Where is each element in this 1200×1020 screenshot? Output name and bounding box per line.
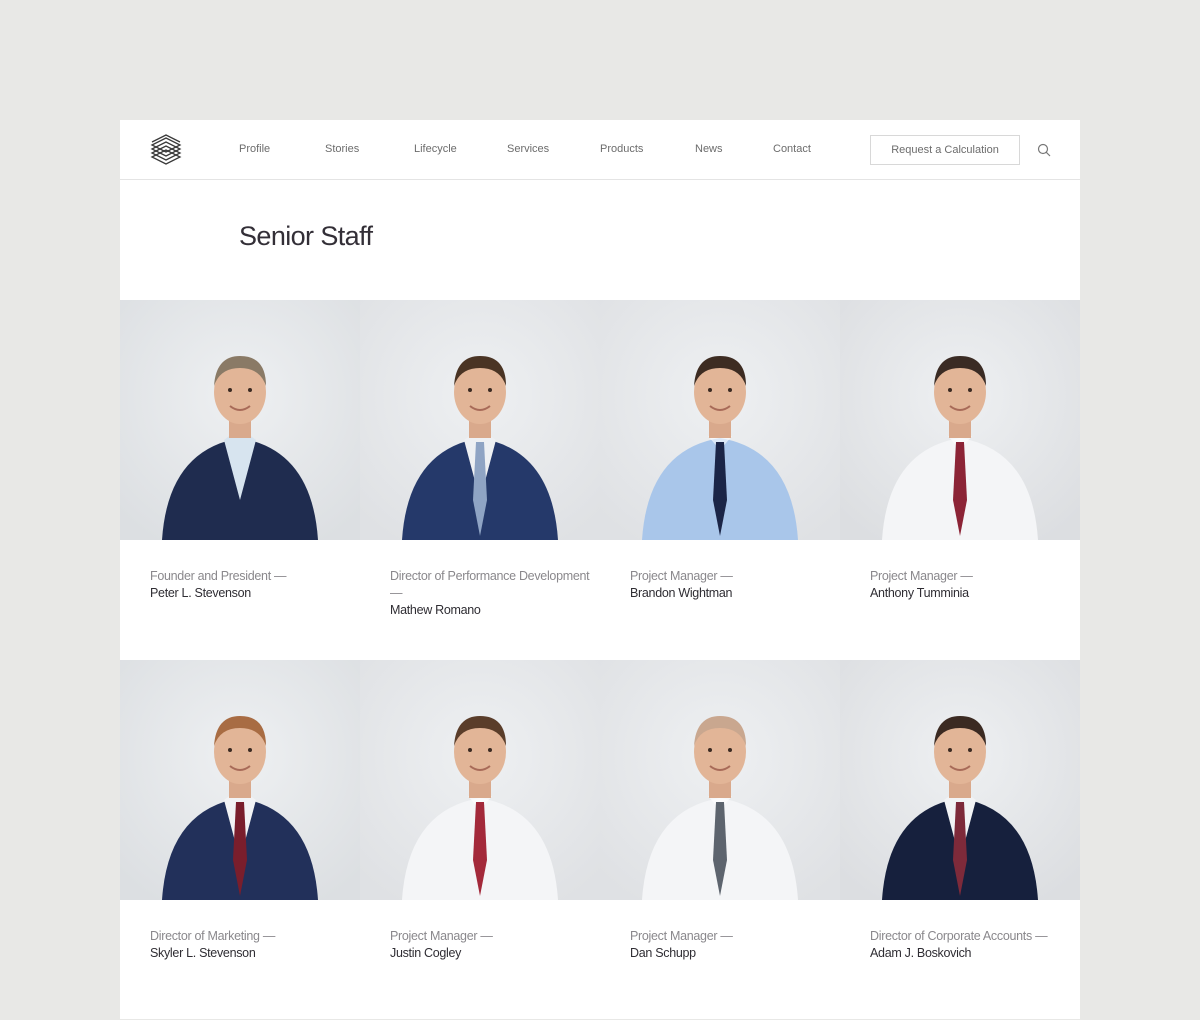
staff-caption: Project Manager — Brandon Wightman [630, 568, 830, 602]
staff-role: Founder and President — [150, 569, 287, 583]
staff-name[interactable]: Skyler L. Stevenson [150, 945, 350, 962]
request-calculation-button[interactable]: Request a Calculation [870, 135, 1020, 165]
page-panel: Profile Stories Lifecycle Services Produ… [120, 120, 1080, 1019]
staff-photo [840, 660, 1080, 900]
staff-card[interactable]: Founder and President — Peter L. Stevenso… [120, 300, 360, 660]
staff-photo [120, 300, 360, 540]
staff-caption: Project Manager — Anthony Tumminia [870, 568, 1070, 602]
staff-photo [360, 300, 600, 540]
staff-name[interactable]: Justin Cogley [390, 945, 590, 962]
staff-caption: Director of Marketing — Skyler L. Stevens… [150, 928, 350, 962]
stacked-lines-logo-icon[interactable] [150, 132, 182, 168]
staff-card[interactable]: Project Manager — Anthony Tumminia [840, 300, 1080, 660]
staff-card[interactable]: Project Manager — Brandon Wightman [600, 300, 840, 660]
staff-card[interactable]: Project Manager — Justin Cogley [360, 660, 600, 1020]
staff-photo [600, 300, 840, 540]
staff-role: Project Manager — [390, 929, 493, 943]
staff-role: Project Manager — [630, 569, 733, 583]
nav-lifecycle[interactable]: Lifecycle [414, 143, 457, 155]
staff-card[interactable]: Director of Performance Development — Mat… [360, 300, 600, 660]
nav-contact[interactable]: Contact [773, 143, 811, 155]
staff-card[interactable]: Director of Corporate Accounts — Adam J. … [840, 660, 1080, 1020]
staff-photo [600, 660, 840, 900]
staff-role: Project Manager — [870, 569, 973, 583]
staff-name[interactable]: Mathew Romano [390, 602, 590, 619]
page-title: Senior Staff [239, 221, 373, 251]
staff-photo [120, 660, 360, 900]
staff-name[interactable]: Adam J. Boskovich [870, 945, 1070, 962]
staff-caption: Director of Corporate Accounts — Adam J. … [870, 928, 1070, 962]
staff-caption: Director of Performance Development — Mat… [390, 568, 590, 619]
staff-card[interactable]: Project Manager — Dan Schupp [600, 660, 840, 1020]
staff-caption: Project Manager — Dan Schupp [630, 928, 830, 962]
site-header: Profile Stories Lifecycle Services Produ… [120, 120, 1080, 180]
staff-photo [360, 660, 600, 900]
staff-role: Director of Performance Development — [390, 569, 590, 600]
staff-photo [840, 300, 1080, 540]
nav-services[interactable]: Services [507, 143, 549, 155]
staff-role: Project Manager — [630, 929, 733, 943]
staff-name[interactable]: Anthony Tumminia [870, 585, 1070, 602]
staff-role: Director of Marketing — [150, 929, 276, 943]
staff-caption: Project Manager — Justin Cogley [390, 928, 590, 962]
nav-stories[interactable]: Stories [325, 143, 359, 155]
search-icon[interactable] [1036, 142, 1052, 158]
staff-role: Director of Corporate Accounts — [870, 929, 1048, 943]
staff-name[interactable]: Brandon Wightman [630, 585, 830, 602]
staff-name[interactable]: Dan Schupp [630, 945, 830, 962]
staff-name[interactable]: Peter L. Stevenson [150, 585, 350, 602]
staff-card[interactable]: Director of Marketing — Skyler L. Stevens… [120, 660, 360, 1020]
nav-profile[interactable]: Profile [239, 143, 270, 155]
nav-products[interactable]: Products [600, 143, 643, 155]
nav-news[interactable]: News [695, 143, 723, 155]
staff-caption: Founder and President — Peter L. Stevenso… [150, 568, 350, 602]
